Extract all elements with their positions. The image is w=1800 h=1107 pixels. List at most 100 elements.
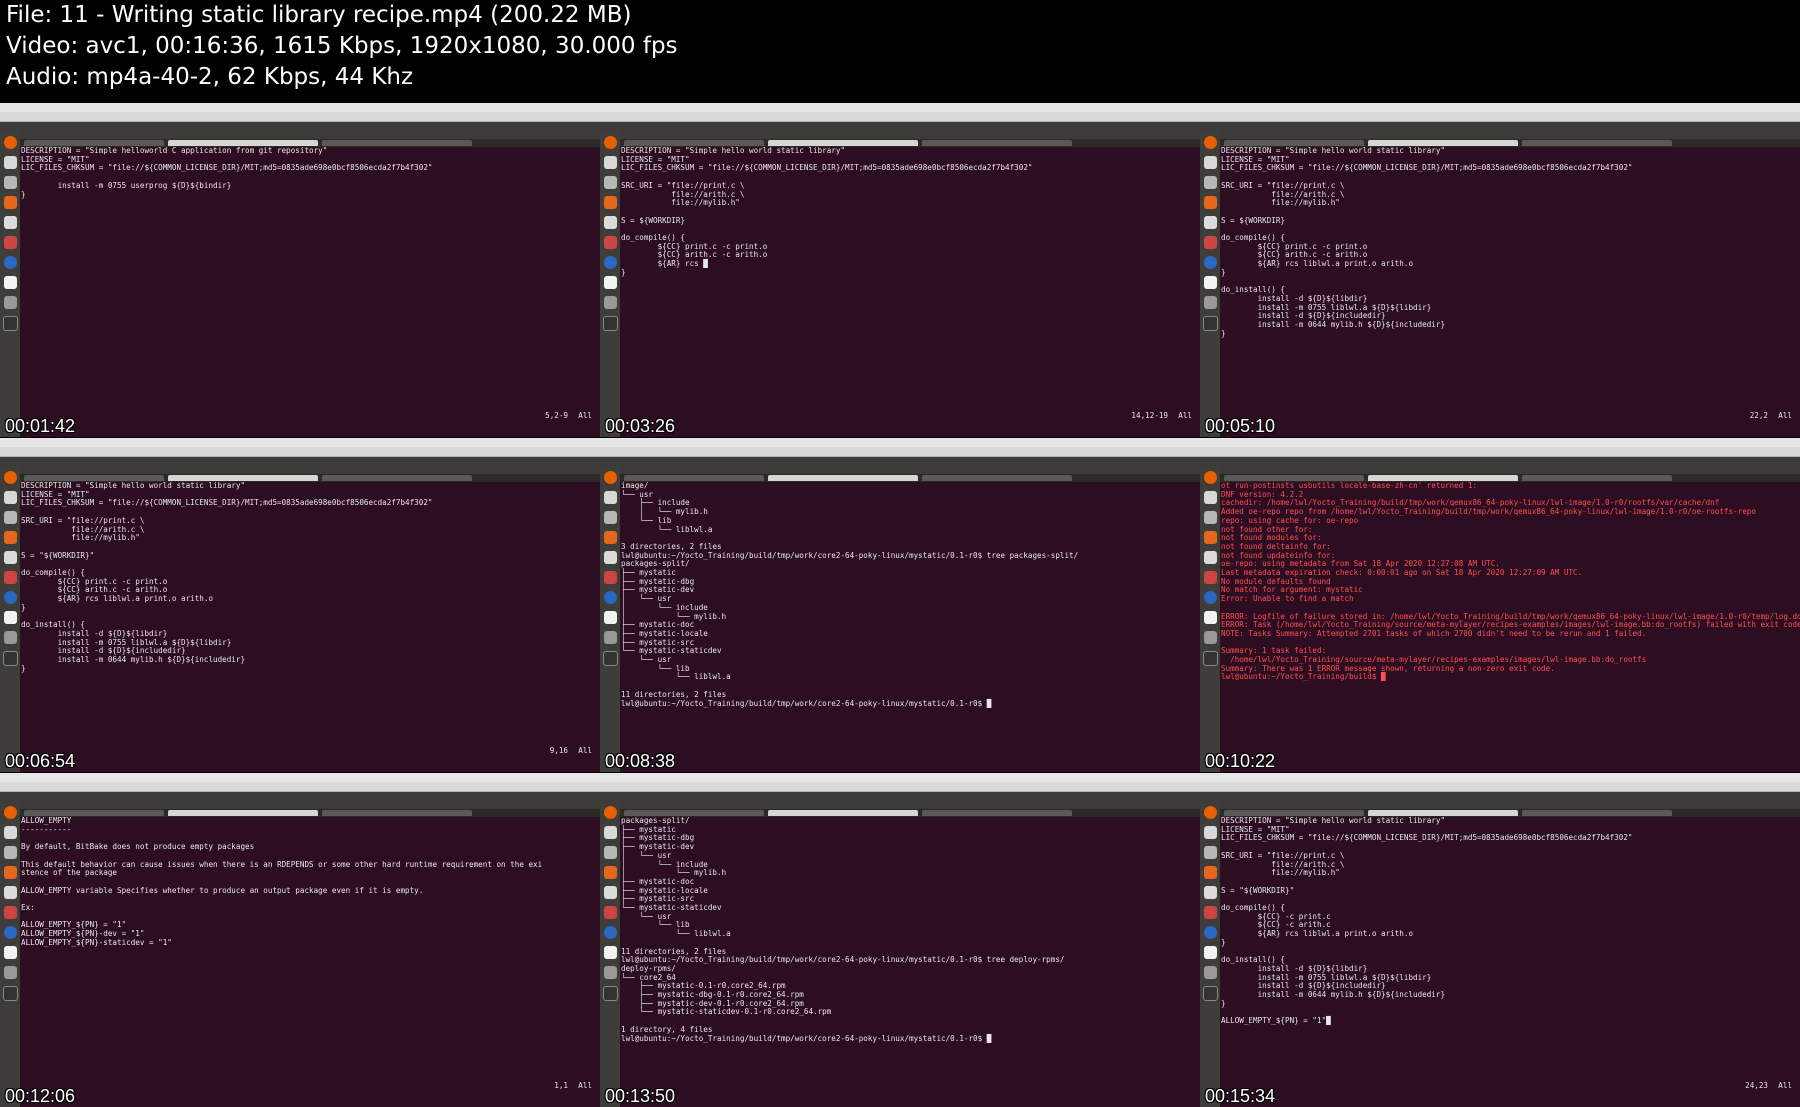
vim-status-line bbox=[630, 746, 1194, 756]
app-icon bbox=[603, 216, 617, 229]
help-icon bbox=[603, 256, 617, 269]
video-info: Video: avc1, 00:16:36, 1615 Kbps, 1920x1… bbox=[6, 33, 678, 59]
vim-cursor-position: 1,1 bbox=[554, 1081, 568, 1090]
ubuntu-launcher bbox=[600, 801, 620, 1107]
settings-icon bbox=[603, 631, 617, 644]
terminal-output: DESCRIPTION = "Simple hello world static… bbox=[1221, 817, 1633, 1026]
ubuntu-top-bar bbox=[600, 122, 1200, 131]
ubuntu-top-bar bbox=[0, 792, 600, 801]
vim-status-line: 24,23 All bbox=[1230, 1081, 1794, 1091]
terminal-icon bbox=[1202, 986, 1218, 1001]
ubuntu-top-bar bbox=[600, 792, 1200, 801]
settings-icon bbox=[3, 966, 17, 979]
amazon-icon bbox=[603, 946, 617, 959]
app-icon bbox=[1203, 236, 1217, 249]
help-icon bbox=[1203, 591, 1217, 604]
terminal-icon bbox=[2, 651, 18, 666]
ubuntu-launcher bbox=[1200, 466, 1220, 772]
vim-cursor-position: 5,2-9 bbox=[545, 411, 568, 420]
file-info: File: 11 - Writing static library recipe… bbox=[6, 2, 632, 28]
amazon-icon bbox=[603, 276, 617, 289]
amazon-icon bbox=[1203, 946, 1217, 959]
vim-status-line: 22,2 All bbox=[1230, 411, 1794, 421]
terminal-tabs bbox=[1220, 809, 1800, 817]
terminal-menu-bar bbox=[620, 131, 1200, 139]
thumbnail-grid: DESCRIPTION = "Simple helloworld C appli… bbox=[0, 103, 1800, 1107]
terminal-output: DESCRIPTION = "Simple helloworld C appli… bbox=[21, 147, 433, 199]
vmware-toolbar bbox=[0, 447, 600, 462]
thumbnail-timestamp: 00:01:42 bbox=[5, 416, 76, 436]
thumbnail-timestamp: 00:15:34 bbox=[1205, 1086, 1276, 1106]
files-icon bbox=[3, 156, 17, 169]
terminal-icon bbox=[2, 986, 18, 1001]
app-icon bbox=[3, 886, 17, 899]
terminal-tabs bbox=[20, 474, 600, 482]
ubuntu-top-bar bbox=[1200, 457, 1800, 466]
files-icon bbox=[1203, 826, 1217, 839]
app-icon bbox=[1203, 196, 1217, 209]
vmware-toolbar bbox=[0, 112, 600, 127]
app-icon bbox=[3, 906, 17, 919]
terminal-output: packages-split/ ├── mystatic ├── mystati… bbox=[621, 817, 1065, 1043]
video-thumbnail: ot run-postinsts usbutils locale-base-zh… bbox=[1200, 438, 1800, 772]
vim-status-line: 5,2-9 All bbox=[30, 411, 594, 421]
app-icon bbox=[1203, 176, 1217, 189]
ubuntu-top-bar bbox=[1200, 792, 1800, 801]
vmware-title-bar bbox=[1200, 773, 1800, 782]
app-icon bbox=[3, 866, 17, 879]
vim-cursor-position: 9,16 bbox=[549, 746, 568, 755]
app-icon bbox=[3, 571, 17, 584]
vim-status-line: 14,12-19 All bbox=[630, 411, 1194, 421]
ubuntu-launcher bbox=[600, 131, 620, 437]
vim-status-line bbox=[1230, 746, 1794, 756]
vmware-title-bar bbox=[600, 103, 1200, 112]
vmware-title-bar bbox=[1200, 103, 1800, 112]
app-icon bbox=[1203, 216, 1217, 229]
terminal-icon bbox=[602, 986, 618, 1001]
terminal-output: DESCRIPTION = "Simple hello world static… bbox=[1221, 147, 1633, 338]
thumbnail-timestamp: 00:05:10 bbox=[1205, 416, 1276, 436]
app-icon bbox=[603, 531, 617, 544]
app-icon bbox=[603, 886, 617, 899]
files-icon bbox=[603, 156, 617, 169]
video-thumbnail: DESCRIPTION = "Simple helloworld C appli… bbox=[0, 103, 600, 437]
app-icon bbox=[603, 571, 617, 584]
vmware-title-bar bbox=[0, 773, 600, 782]
app-icon bbox=[603, 236, 617, 249]
vim-status-line: 1,1 All bbox=[30, 1081, 594, 1091]
video-thumbnail: DESCRIPTION = "Simple hello world static… bbox=[1200, 103, 1800, 437]
help-icon bbox=[1203, 926, 1217, 939]
ubuntu-top-bar bbox=[0, 457, 600, 466]
terminal-tabs bbox=[1220, 474, 1800, 482]
vmware-toolbar bbox=[600, 112, 1200, 127]
vmware-toolbar bbox=[600, 782, 1200, 797]
vim-cursor-position: 24,23 bbox=[1745, 1081, 1768, 1090]
vim-status-line bbox=[630, 1081, 1194, 1091]
vim-scroll-indicator: All bbox=[1778, 411, 1792, 420]
vmware-toolbar bbox=[1200, 782, 1800, 797]
files-icon bbox=[3, 826, 17, 839]
app-icon bbox=[3, 846, 17, 859]
terminal-menu-bar bbox=[20, 466, 600, 474]
help-icon bbox=[603, 591, 617, 604]
vim-scroll-indicator: All bbox=[578, 1081, 592, 1090]
ubuntu-launcher bbox=[0, 801, 20, 1107]
terminal-output: ALLOW_EMPTY ----------- By default, BitB… bbox=[21, 817, 543, 947]
terminal-tabs bbox=[620, 139, 1200, 147]
vmware-toolbar bbox=[1200, 112, 1800, 127]
files-icon bbox=[603, 826, 617, 839]
app-icon bbox=[3, 551, 17, 564]
settings-icon bbox=[3, 631, 17, 644]
vmware-title-bar bbox=[1200, 438, 1800, 447]
terminal-icon bbox=[602, 651, 618, 666]
video-thumbnail: image/ └── usr ├── include │ └── mylib.h… bbox=[600, 438, 1200, 772]
ubuntu-launcher bbox=[0, 466, 20, 772]
app-icon bbox=[3, 216, 17, 229]
vmware-toolbar bbox=[1200, 447, 1800, 462]
amazon-icon bbox=[3, 276, 17, 289]
app-icon bbox=[1203, 531, 1217, 544]
terminal-tabs bbox=[620, 809, 1200, 817]
amazon-icon bbox=[1203, 611, 1217, 624]
app-icon bbox=[1203, 571, 1217, 584]
amazon-icon bbox=[3, 611, 17, 624]
